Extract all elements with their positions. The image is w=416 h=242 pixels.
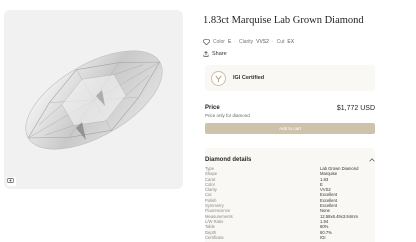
certification-card[interactable]: IGI Certified [205, 65, 375, 91]
chevron-up-icon[interactable] [369, 157, 375, 162]
certification-label: IGI Certified [233, 75, 265, 81]
price-note: Price only for diamond [205, 113, 250, 118]
details-key: Certificate [205, 234, 224, 240]
spec-clarity-value: VVS2 [256, 39, 269, 45]
share-button[interactable]: Share [203, 51, 227, 57]
spec-cut-label: Cut [276, 39, 285, 45]
details-table: Type Lab Grown Diamond Shape Marquise Carat 1… [205, 166, 375, 240]
add-to-cart-button[interactable]: Add to cart [205, 123, 375, 134]
details-row: Certificate IGI [205, 235, 375, 240]
spec-color-value: E [227, 39, 232, 45]
spec-cut-value: EX [287, 39, 295, 45]
product-image[interactable] [4, 10, 183, 189]
spec-separator: · [234, 39, 236, 45]
diamond-image [25, 50, 163, 150]
zoom-button[interactable] [7, 177, 16, 186]
price-label: Price [205, 105, 220, 111]
igi-logo [211, 70, 226, 86]
igi-emblem-icon [215, 75, 222, 82]
price-value: $1,772 USD [336, 105, 375, 112]
spec-summary: Color E · Clarity VVS2 · Cut EX [203, 39, 294, 45]
spec-clarity-label: Clarity [238, 39, 254, 45]
product-title: 1.83ct Marquise Lab Grown Diamond [203, 15, 364, 26]
spec-color-label: Color [213, 39, 225, 45]
diamond-details-panel: Diamond details Type Lab Grown Diamond Sha… [205, 148, 375, 242]
details-header[interactable]: Diamond details [205, 155, 375, 164]
diamond-icon [203, 39, 210, 45]
details-value: IGI [320, 234, 326, 240]
share-icon [203, 51, 209, 57]
spec-separator: · [271, 39, 274, 45]
zoom-icon [7, 178, 14, 183]
details-title: Diamond details [205, 156, 252, 163]
share-label: Share [212, 51, 227, 57]
